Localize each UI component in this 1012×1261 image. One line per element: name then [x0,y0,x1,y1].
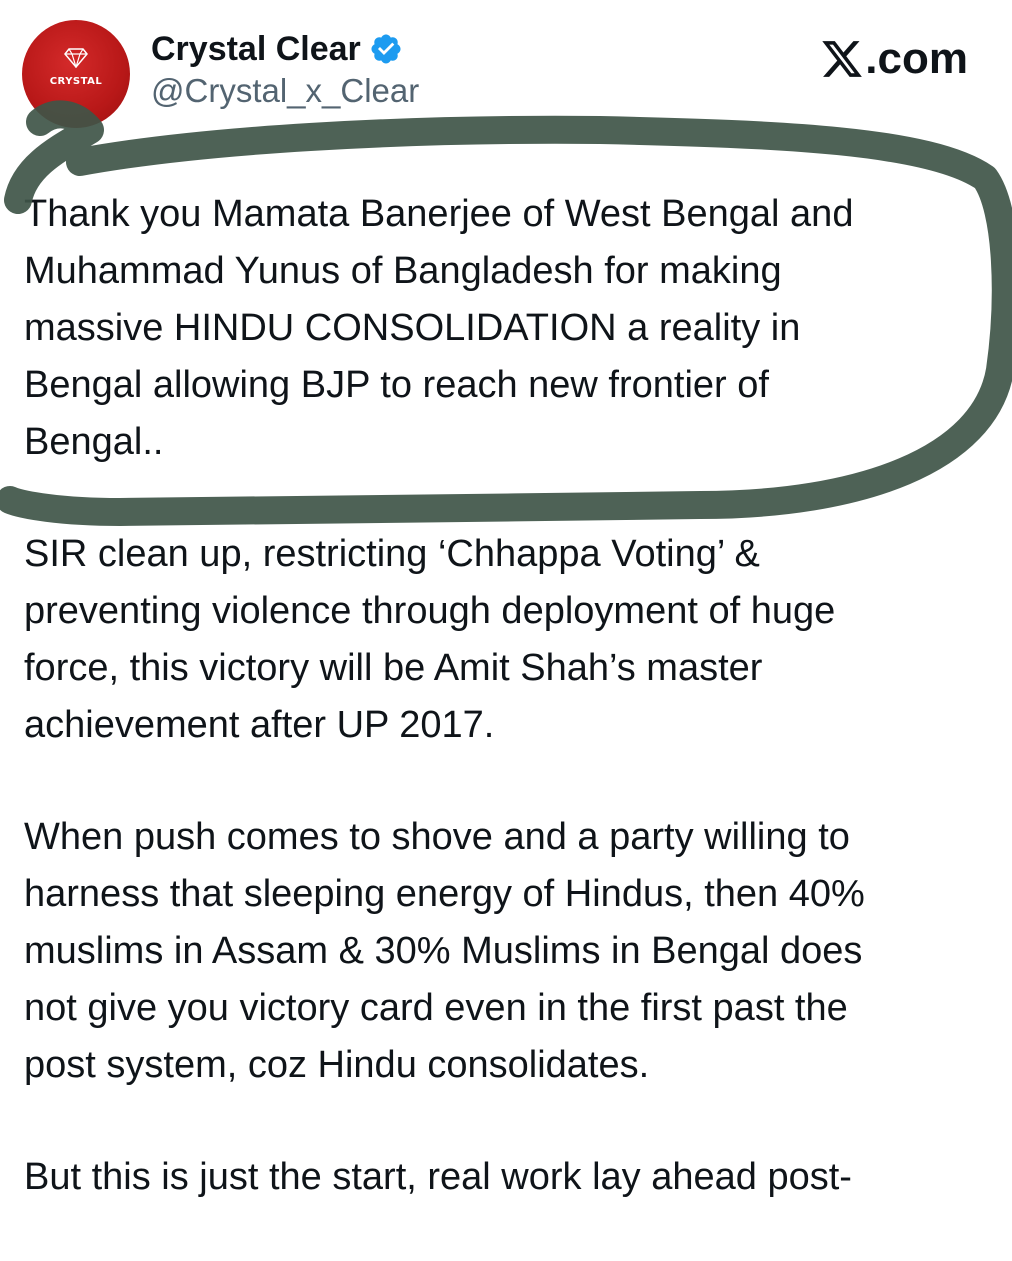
tweet-paragraph: When push comes to shove and a party wil… [24,816,865,1086]
site-domain-text: .com [865,34,968,83]
author-handle[interactable]: @Crystal_x_Clear [151,72,419,110]
author-display-name[interactable]: Crystal Clear [151,30,361,69]
x-logo-icon [822,41,863,77]
tweet-paragraph: SIR clean up, restricting ‘Chhappa Votin… [24,533,836,746]
avatar[interactable]: CRYSTAL [22,20,130,128]
diamond-icon [64,48,88,68]
verified-badge-icon [371,34,401,64]
avatar-brand-text: CRYSTAL [49,76,103,87]
tweet-paragraph: Thank you Mamata Banerjee of West Bengal… [24,193,854,463]
tweet-text: Thank you Mamata Banerjee of West Bengal… [24,186,990,1261]
site-watermark: .com [820,34,968,84]
author-name-row: Crystal Clear [151,28,403,70]
tweet-paragraph: But this is just the start, real work la… [24,1156,852,1198]
